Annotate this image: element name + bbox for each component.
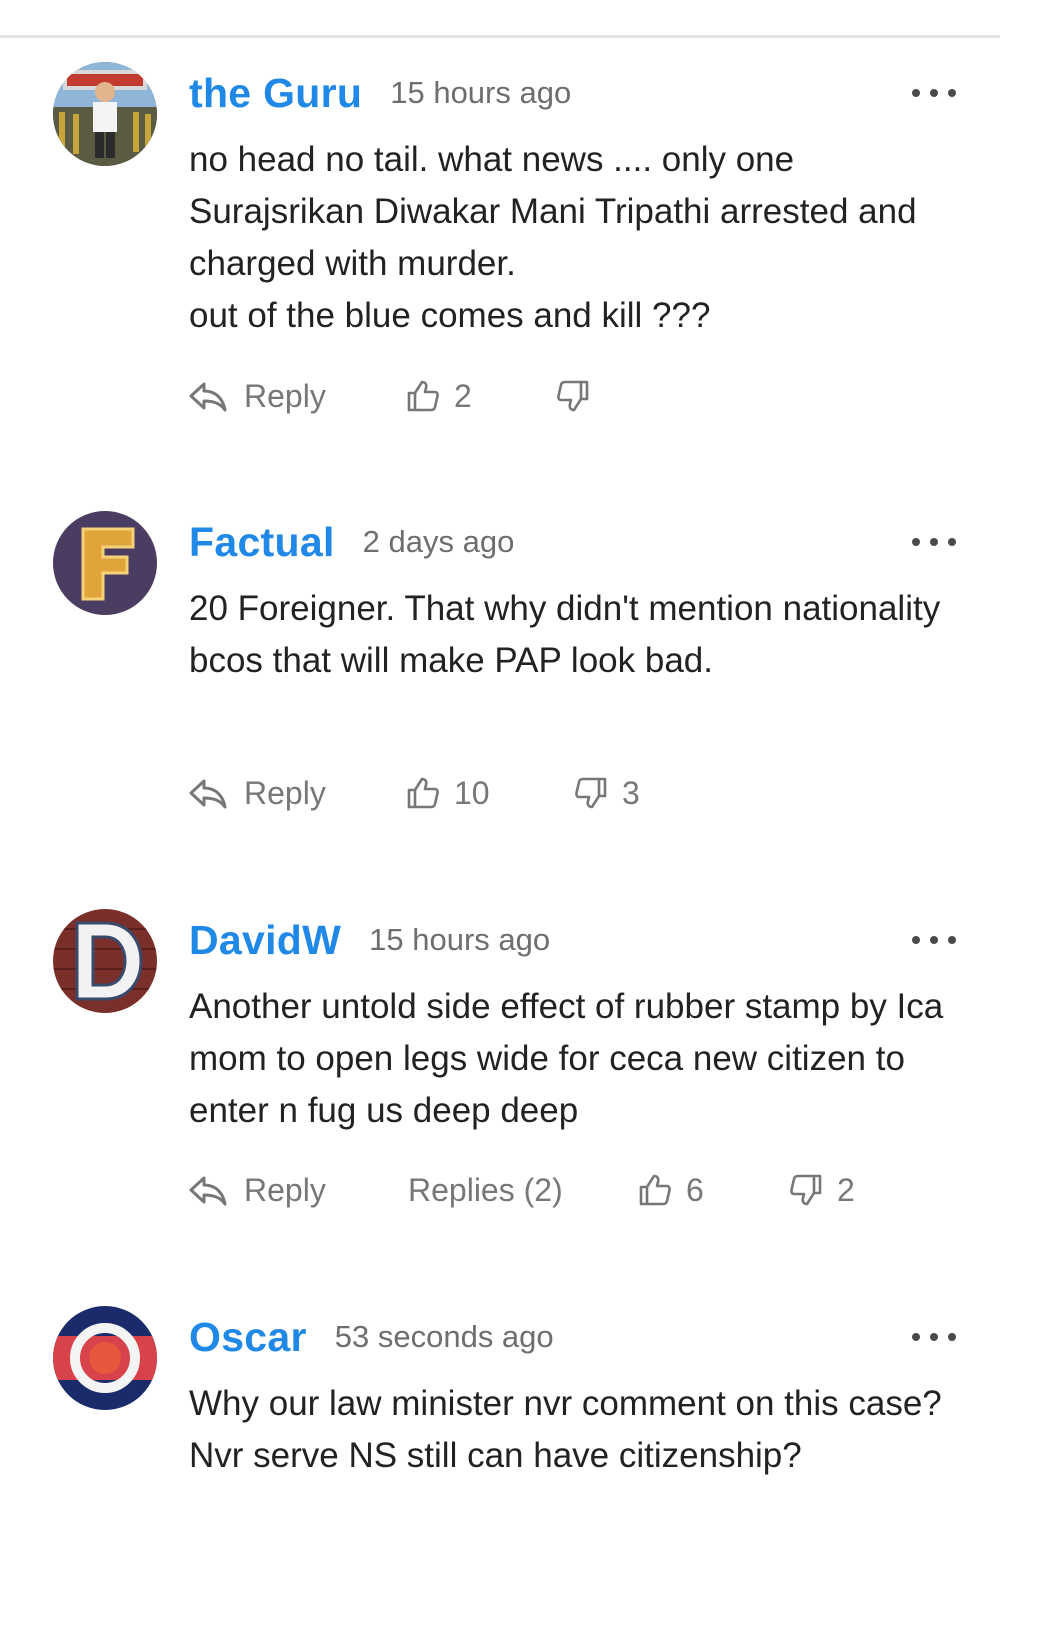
reply-button[interactable]: Reply — [188, 768, 326, 818]
comment-actions: Reply Replies (2) 6 2 — [0, 1165, 1039, 1215]
dislike-count: 3 — [622, 774, 640, 811]
more-dots-icon[interactable] — [912, 84, 956, 102]
comment-time: 2 days ago — [362, 524, 515, 559]
reply-arrow-icon — [189, 779, 227, 809]
like-count: 6 — [686, 1171, 704, 1208]
reply-button[interactable]: Reply — [188, 371, 326, 421]
reply-button[interactable]: Reply — [188, 1165, 326, 1215]
comment-header: the Guru 15 hours ago — [189, 62, 571, 124]
reply-arrow-icon — [189, 382, 227, 412]
reply-label: Reply — [244, 377, 326, 414]
letter-d-avatar-icon — [53, 909, 157, 1013]
comment-text: Another untold side effect of rubber sta… — [189, 987, 944, 1130]
avatar[interactable] — [53, 909, 157, 1013]
avatar[interactable] — [53, 1306, 157, 1410]
like-button[interactable]: 10 — [406, 768, 490, 818]
thumbs-up-icon — [407, 777, 439, 809]
dislike-count: 2 — [837, 1171, 855, 1208]
comment-author[interactable]: the Guru — [189, 70, 362, 117]
top-divider — [0, 35, 1000, 38]
comment-author[interactable]: Oscar — [189, 1314, 307, 1361]
ring-avatar-icon — [53, 1306, 157, 1410]
comment-header: DavidW 15 hours ago — [189, 909, 550, 971]
replies-label: Replies (2) — [408, 1171, 563, 1208]
comment-time: 15 hours ago — [369, 922, 551, 957]
more-dots-icon[interactable] — [912, 931, 956, 949]
like-button[interactable]: 6 — [638, 1165, 704, 1215]
dislike-button[interactable] — [556, 371, 604, 421]
like-button[interactable]: 2 — [406, 371, 472, 421]
comment-time: 15 hours ago — [390, 75, 572, 110]
thumbs-down-icon — [575, 777, 607, 809]
dislike-button[interactable]: 2 — [789, 1165, 855, 1215]
comment-actions: Reply 2 — [0, 371, 1039, 421]
like-count: 2 — [454, 377, 472, 414]
comment-author[interactable]: Factual — [189, 519, 335, 566]
view-replies-button[interactable]: Replies (2) — [408, 1165, 563, 1215]
comment-time: 53 seconds ago — [334, 1319, 554, 1354]
comment-author[interactable]: DavidW — [189, 917, 341, 964]
comment-header: Factual 2 days ago — [189, 511, 514, 573]
thumbs-down-icon — [790, 1174, 822, 1206]
dislike-button[interactable]: 3 — [574, 768, 640, 818]
avatar-photo-icon — [53, 62, 157, 166]
comment-text: 20 Foreigner. That why didn't mention na… — [189, 589, 941, 680]
reply-arrow-icon — [189, 1176, 227, 1206]
more-dots-icon[interactable] — [912, 1328, 956, 1346]
more-dots-icon[interactable] — [912, 533, 956, 551]
like-count: 10 — [454, 774, 490, 811]
comment-header: Oscar 53 seconds ago — [189, 1306, 554, 1368]
letter-f-avatar-icon — [53, 511, 157, 615]
thumbs-up-icon — [639, 1174, 671, 1206]
avatar[interactable] — [53, 511, 157, 615]
reply-label: Reply — [244, 774, 326, 811]
reply-label: Reply — [244, 1171, 326, 1208]
comment-text: no head no tail. what news .... only one… — [189, 140, 917, 335]
avatar[interactable] — [53, 62, 157, 166]
thumbs-down-icon — [557, 380, 589, 412]
thumbs-up-icon — [407, 380, 439, 412]
comment-actions: Reply 10 3 — [0, 768, 1039, 818]
comment-text: Why our law minister nvr comment on this… — [189, 1384, 942, 1475]
